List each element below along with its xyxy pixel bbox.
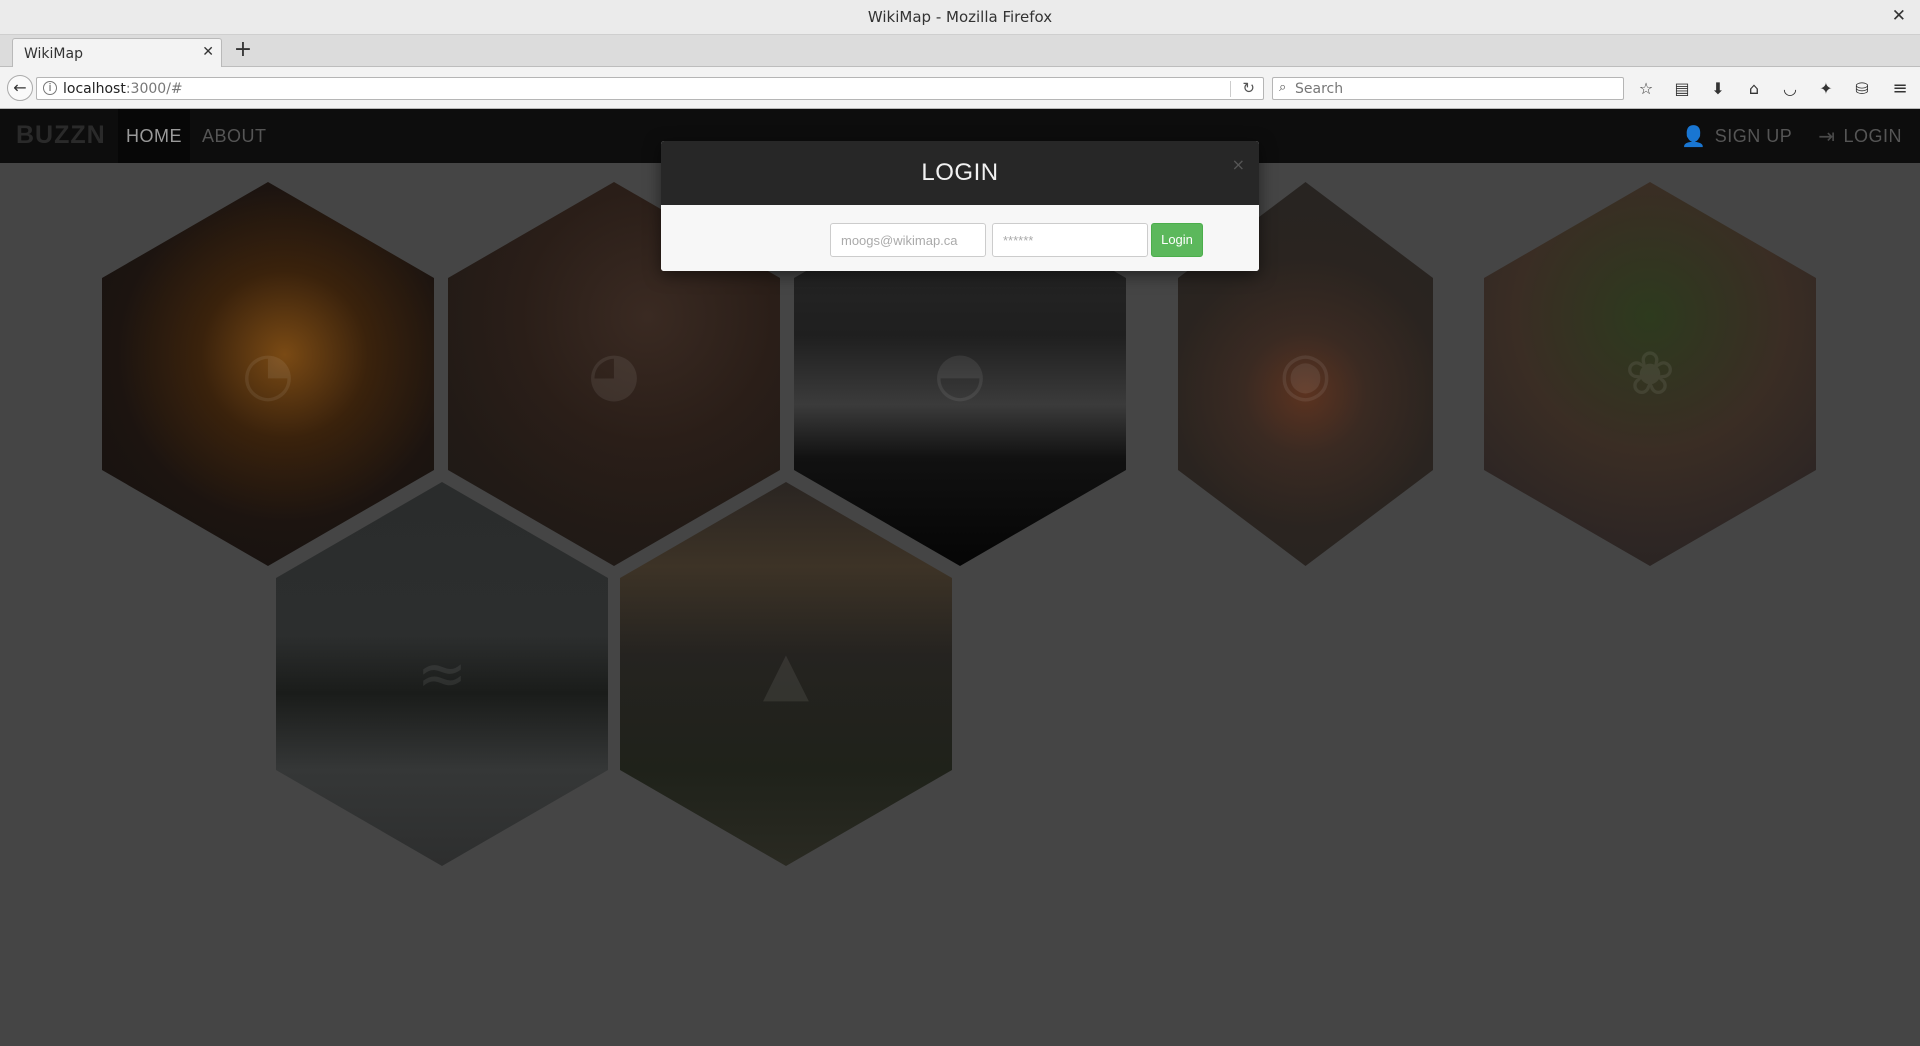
hex-tile-hiker[interactable]: ▲ [620,482,952,866]
reading-list-icon[interactable]: ▤ [1670,78,1694,100]
brand-logo[interactable]: BUZZN [16,121,106,150]
window-close-icon[interactable]: ✕ [1892,6,1906,26]
search-icon: ⌕ [1279,80,1287,95]
email-field[interactable] [830,223,986,257]
platter-photo-icon: ❀ [1624,339,1676,409]
bookmark-star-icon[interactable]: ☆ [1634,78,1658,100]
url-host: localhost [63,81,126,97]
back-button[interactable]: ← [7,75,33,101]
search-input[interactable] [1295,80,1615,97]
address-url: localhost:3000/# [63,81,183,97]
login-submit-button[interactable]: Login [1151,223,1203,257]
url-rest: :3000/# [125,81,183,97]
nav-home-link[interactable]: HOME [118,109,190,163]
beer-photo-icon: ◔ [241,339,295,409]
nav-login-label: LOGIN [1843,125,1902,146]
app-page: BUZZN HOME ABOUT 👤 SIGN UP ⇥ LOGIN ◔ ◕ ◓… [0,109,1920,1046]
modal-body: Login [661,205,1259,271]
site-info-icon[interactable]: i [43,81,57,95]
browser-toolbar: ← i localhost:3000/# ↻ ⌕ ☆ ▤ ⬇ ⌂ ◡ ✦ ⛁ ≡ [0,67,1920,109]
window-titlebar: WikiMap - Mozilla Firefox ✕ [0,0,1920,35]
reload-icon[interactable]: ↻ [1242,79,1255,97]
download-icon[interactable]: ⬇ [1706,78,1730,100]
tab-wikimap[interactable]: WikiMap ✕ [12,38,222,68]
login-icon: ⇥ [1818,125,1836,148]
pocket-icon[interactable]: ◡ [1778,78,1802,100]
hex-tile-platter[interactable]: ❀ [1484,182,1816,566]
modal-title: LOGIN [921,159,999,186]
back-arrow-icon: ← [13,78,27,97]
extension-icon[interactable]: ✦ [1814,78,1838,100]
screenshot-icon[interactable]: ⛁ [1850,78,1874,100]
nav-about-link[interactable]: ABOUT [202,109,267,163]
tab-close-icon[interactable]: ✕ [202,44,214,60]
coffee-photo-icon: ◕ [587,339,641,409]
nav-signup-label: SIGN UP [1714,125,1793,146]
nav-login-link[interactable]: ⇥ LOGIN [1818,124,1902,149]
nav-signup-link[interactable]: 👤 SIGN UP [1681,124,1792,149]
toolbar-icons: ☆ ▤ ⬇ ⌂ ◡ ✦ ⛁ [1634,78,1874,100]
user-icon: 👤 [1681,125,1707,148]
new-tab-button[interactable]: + [232,38,254,64]
lake-photo-icon: ≈ [416,639,468,709]
urlbar-separator [1230,81,1231,97]
nav-right: 👤 SIGN UP ⇥ LOGIN [1681,109,1902,163]
hex-tile-lake[interactable]: ≈ [276,482,608,866]
login-modal: LOGIN × Login [661,141,1259,271]
menu-icon[interactable]: ≡ [1888,78,1912,100]
tab-bar: WikiMap ✕ + [0,35,1920,68]
diver-photo-icon: ◓ [933,339,987,409]
window-title: WikiMap - Mozilla Firefox [867,8,1053,26]
home-icon[interactable]: ⌂ [1742,78,1766,100]
soup-photo-icon: ◉ [1279,339,1332,409]
hex-tile-beer[interactable]: ◔ [102,182,434,566]
password-field[interactable] [992,223,1148,257]
modal-close-icon[interactable]: × [1232,155,1245,174]
tab-title: WikiMap [24,46,83,62]
search-bar[interactable]: ⌕ [1272,77,1624,100]
modal-header: LOGIN × [661,141,1259,205]
address-bar[interactable]: i localhost:3000/# ↻ [36,77,1264,100]
hiker-photo-icon: ▲ [762,639,810,709]
